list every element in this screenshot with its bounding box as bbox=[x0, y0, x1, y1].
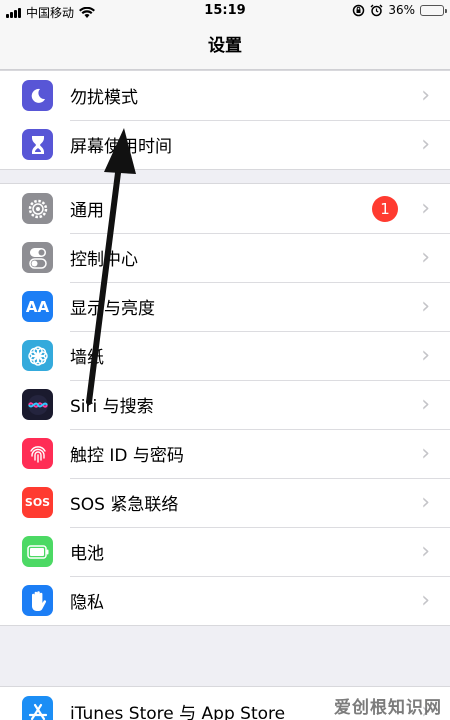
settings-row-label: 控制中心 bbox=[70, 250, 138, 270]
settings-row-label: 显示与亮度 bbox=[70, 299, 155, 319]
settings-row[interactable]: 触控 ID 与密码 › bbox=[0, 429, 450, 478]
chevron-right-icon: › bbox=[421, 294, 430, 319]
settings-row-label: 电池 bbox=[70, 544, 104, 564]
hand-icon bbox=[22, 585, 53, 616]
chevron-right-icon: › bbox=[421, 245, 430, 270]
settings-row-label: iTunes Store 与 App Store bbox=[70, 704, 286, 720]
settings-row[interactable]: 通用 1 › bbox=[0, 184, 450, 233]
settings-row[interactable]: 墙纸 › bbox=[0, 331, 450, 380]
toggle-icon bbox=[22, 242, 53, 273]
battery-percent: 36% bbox=[388, 3, 415, 17]
settings-row[interactable]: Siri 与搜索 › bbox=[0, 380, 450, 429]
watermark-text: 爱创根知识网 bbox=[334, 698, 442, 718]
settings-row-label: 墙纸 bbox=[70, 348, 104, 368]
fingerprint-icon bbox=[22, 438, 53, 469]
settings-row-label: 触控 ID 与密码 bbox=[70, 446, 184, 466]
settings-row-label: SOS 紧急联络 bbox=[70, 495, 179, 515]
settings-row[interactable]: 勿扰模式 › bbox=[0, 71, 450, 120]
settings-row[interactable]: 隐私 › bbox=[0, 576, 450, 625]
chevron-right-icon: › bbox=[421, 392, 430, 417]
orientation-lock-icon bbox=[353, 4, 365, 16]
hourglass-icon bbox=[22, 129, 53, 160]
flower-icon bbox=[22, 340, 53, 371]
gear-icon bbox=[22, 193, 53, 224]
alarm-icon bbox=[370, 4, 383, 16]
settings-row-label: Siri 与搜索 bbox=[70, 397, 154, 417]
settings-group: 通用 1 › 控制中心 › AA 显示与亮度 › 墙纸 › Siri 与搜索 › 触控 ID 与密码 › S… bbox=[0, 183, 450, 626]
moon-icon bbox=[22, 80, 53, 111]
chevron-right-icon: › bbox=[421, 539, 430, 564]
settings-row[interactable]: 屏幕使用时间 › bbox=[0, 120, 450, 169]
chevron-right-icon: › bbox=[421, 490, 430, 515]
chevron-right-icon: › bbox=[421, 132, 430, 157]
settings-row-label: 隐私 bbox=[70, 593, 104, 613]
app-store-icon bbox=[22, 696, 53, 720]
notification-badge: 1 bbox=[372, 195, 398, 222]
chevron-right-icon: › bbox=[421, 83, 430, 108]
settings-row-label: 通用 bbox=[70, 201, 104, 221]
page-title: 设置 bbox=[0, 22, 450, 70]
status-right: 36% bbox=[352, 3, 447, 17]
settings-row-label: 屏幕使用时间 bbox=[70, 137, 172, 157]
battery-indicator-icon bbox=[420, 4, 447, 16]
settings-row-label: 勿扰模式 bbox=[70, 88, 138, 108]
chevron-right-icon: › bbox=[421, 196, 430, 221]
siri-icon bbox=[22, 389, 53, 420]
chevron-right-icon: › bbox=[421, 588, 430, 613]
settings-row[interactable]: SOS SOS 紧急联络 › bbox=[0, 478, 450, 527]
status-bar: 中国移动 15:19 36% bbox=[0, 0, 450, 22]
sos-icon: SOS bbox=[22, 487, 53, 518]
chevron-right-icon: › bbox=[421, 441, 430, 466]
settings-row[interactable]: 控制中心 › bbox=[0, 233, 450, 282]
text-size-icon: AA bbox=[22, 291, 53, 322]
battery-icon bbox=[22, 536, 53, 567]
settings-group: 勿扰模式 › 屏幕使用时间 › bbox=[0, 70, 450, 170]
chevron-right-icon: › bbox=[421, 343, 430, 368]
settings-row[interactable]: AA 显示与亮度 › bbox=[0, 282, 450, 331]
settings-row[interactable]: 电池 › bbox=[0, 527, 450, 576]
